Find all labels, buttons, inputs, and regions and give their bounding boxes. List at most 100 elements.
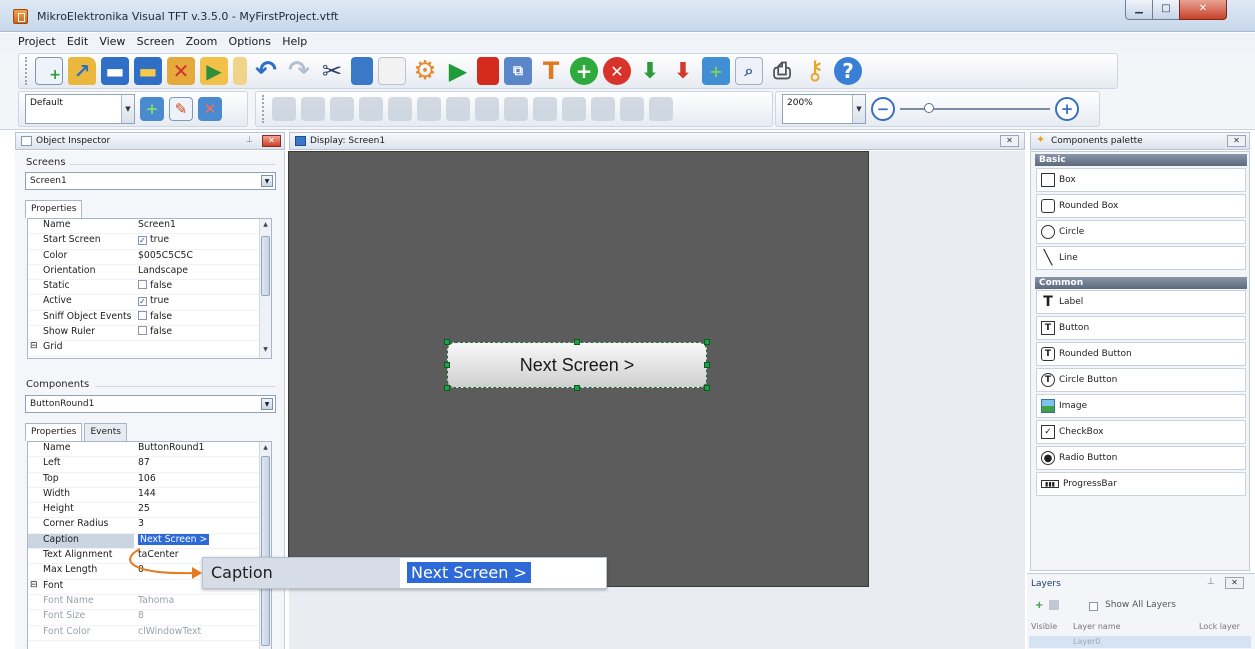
property-row[interactable]: Font Name Tahoma <box>28 595 271 611</box>
property-value[interactable]: Tahoma <box>134 595 271 609</box>
chevron-down-icon[interactable]: ▼ <box>852 95 865 123</box>
palette-item-rounded-button[interactable]: T Rounded Button <box>1036 342 1246 366</box>
new-project-icon[interactable]: + <box>35 57 63 85</box>
scroll-thumb[interactable] <box>261 456 270 646</box>
menu-options[interactable]: Options <box>225 33 275 48</box>
property-value[interactable] <box>134 341 271 355</box>
add-screen-icon[interactable]: + <box>702 57 730 85</box>
property-value[interactable]: Landscape <box>134 265 271 279</box>
style-select[interactable]: Default ▼ <box>25 94 135 124</box>
close-icon[interactable]: ✕ <box>262 135 281 147</box>
checkbox-icon[interactable] <box>138 280 147 290</box>
preview-icon[interactable]: ⌕ <box>735 57 763 85</box>
property-row[interactable]: Sniff Object Events false <box>28 310 271 327</box>
callout-value[interactable]: Next Screen > <box>407 562 531 583</box>
chevron-down-icon[interactable]: ▼ <box>261 398 273 410</box>
category-common[interactable]: Common <box>1035 277 1247 289</box>
palette-item-line[interactable]: ╲ Line <box>1036 246 1246 270</box>
palette-item-checkbox[interactable]: ✓ CheckBox <box>1036 420 1246 444</box>
component-select[interactable]: ButtonRound1 ▼ <box>25 395 276 413</box>
delete-style-icon[interactable]: ✕ <box>198 97 222 121</box>
property-value[interactable]: 25 <box>134 503 271 517</box>
layer-row[interactable]: Layer0 <box>1029 636 1251 648</box>
property-value[interactable]: $005C5C5C <box>134 250 271 264</box>
close-icon[interactable]: ✕ <box>1225 577 1244 589</box>
resize-handle[interactable] <box>574 339 580 345</box>
key-icon[interactable]: ⚷ <box>801 56 829 86</box>
next-screen-button[interactable]: Next Screen > <box>447 342 707 388</box>
resize-handle[interactable] <box>704 362 710 368</box>
property-value[interactable]: ✓ true <box>134 234 271 248</box>
zoom-select[interactable]: 200% ▼ <box>782 94 866 124</box>
pin-icon[interactable]: ⊥ <box>240 135 259 147</box>
screen-select[interactable]: Screen1 ▼ <box>25 172 276 190</box>
scroll-up-icon[interactable]: ▲ <box>260 444 271 454</box>
palette-item-radio-button[interactable]: ● Radio Button <box>1036 446 1246 470</box>
palette-item-label[interactable]: T Label <box>1036 290 1246 314</box>
menu-screen[interactable]: Screen <box>133 33 179 48</box>
help-icon[interactable]: ? <box>834 57 862 85</box>
bookmark-icon[interactable] <box>233 57 247 85</box>
close-icon[interactable]: ✕ <box>1000 135 1019 147</box>
resize-handle[interactable] <box>574 385 580 391</box>
property-value[interactable]: ✓ true <box>134 295 271 309</box>
property-row[interactable]: Corner Radius 3 <box>28 518 271 534</box>
scrollbar[interactable]: ▲ <box>259 442 271 649</box>
property-row[interactable]: Color $005C5C5C <box>28 250 271 265</box>
property-row[interactable]: Font Size 8 <box>28 610 271 626</box>
scroll-up-icon[interactable]: ▲ <box>260 221 271 231</box>
checkbox-icon[interactable]: ✓ <box>138 297 147 307</box>
resize-handle[interactable] <box>704 339 710 345</box>
generate-code-icon[interactable]: ⧉ <box>504 57 532 85</box>
property-row[interactable]: Name Screen1 <box>28 219 271 235</box>
scroll-down-icon[interactable]: ▼ <box>260 346 271 356</box>
checkbox-icon[interactable]: ✓ <box>138 236 147 246</box>
new-style-icon[interactable]: + <box>140 97 164 121</box>
property-row[interactable]: Active ✓ true <box>28 295 271 311</box>
property-value[interactable]: 3 <box>134 518 271 532</box>
scroll-thumb[interactable] <box>261 236 270 296</box>
tab-properties[interactable]: Properties <box>25 200 83 218</box>
collapse-icon[interactable]: ⊟ <box>30 341 38 351</box>
menu-project[interactable]: Project <box>14 33 60 48</box>
hammer-icon[interactable]: T <box>537 57 565 85</box>
export-arrow-icon[interactable]: ⬇ <box>669 57 697 85</box>
open-project-icon[interactable]: ↗ <box>68 57 96 85</box>
property-row[interactable]: Name ButtonRound1 <box>28 442 271 458</box>
maximize-button[interactable]: □ <box>1152 0 1180 20</box>
menu-view[interactable]: View <box>95 33 129 48</box>
palette-item-button[interactable]: T Button <box>1036 316 1246 340</box>
resize-handle[interactable] <box>704 385 710 391</box>
property-value[interactable]: clWindowText <box>134 626 271 640</box>
resize-handle[interactable] <box>444 385 450 391</box>
resize-handle[interactable] <box>444 339 450 345</box>
property-value[interactable]: 144 <box>134 488 271 502</box>
palette-item-progressbar[interactable]: ▮▮▮ ProgressBar <box>1036 472 1246 496</box>
toolbar-grip[interactable] <box>25 57 28 85</box>
property-value[interactable]: 8 <box>134 610 271 624</box>
show-all-layers-checkbox[interactable] <box>1089 602 1098 611</box>
save-as-icon[interactable]: ▬ <box>134 57 162 85</box>
collapse-icon[interactable]: ⊟ <box>30 580 38 590</box>
property-value[interactable]: 106 <box>134 473 271 487</box>
resize-handle[interactable] <box>444 362 450 368</box>
scrollbar[interactable]: ▲ ▼ <box>259 219 271 358</box>
run-icon[interactable]: ▶ <box>200 57 228 85</box>
cut-icon[interactable]: ✂ <box>318 57 346 85</box>
palette-item-rounded-box[interactable]: Rounded Box <box>1036 194 1246 218</box>
tab-events[interactable]: Events <box>84 423 127 441</box>
close-icon[interactable]: ✕ <box>1227 135 1246 147</box>
palette-item-box[interactable]: Box <box>1036 168 1246 192</box>
palette-item-circle[interactable]: Circle <box>1036 220 1246 244</box>
menu-edit[interactable]: Edit <box>63 33 92 48</box>
add-icon[interactable]: + <box>570 57 598 85</box>
zoom-in-icon[interactable]: + <box>1055 97 1079 121</box>
checkbox-icon[interactable] <box>138 326 147 336</box>
stop-icon[interactable] <box>477 57 499 85</box>
property-value[interactable]: Screen1 <box>134 219 271 233</box>
redo-icon[interactable]: ↷ <box>285 56 313 86</box>
zoom-slider-thumb[interactable] <box>924 103 934 113</box>
print-icon[interactable]: ⎙ <box>768 57 796 85</box>
property-row[interactable]: Start Screen ✓ true <box>28 234 271 250</box>
property-row[interactable]: Static false <box>28 280 271 296</box>
